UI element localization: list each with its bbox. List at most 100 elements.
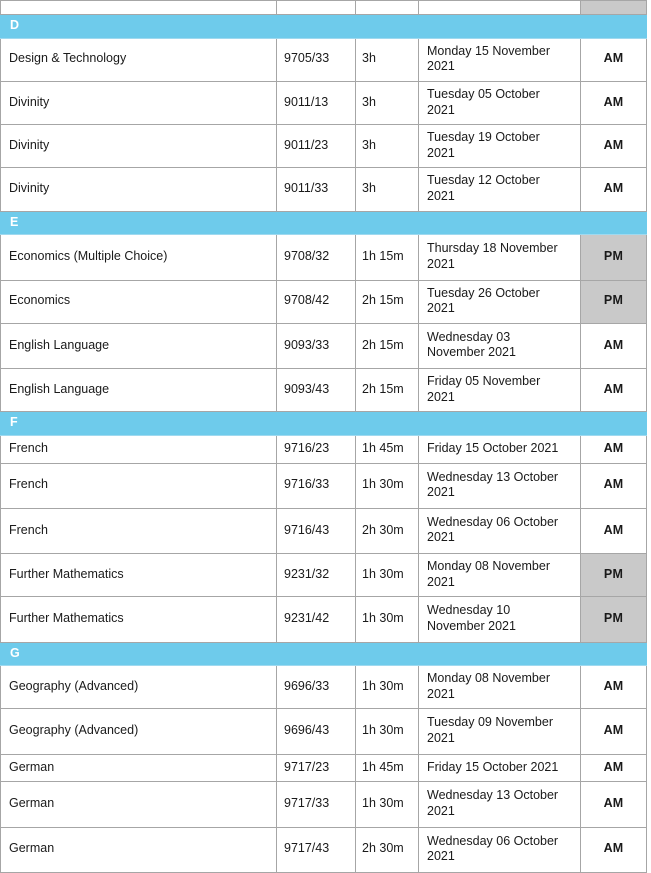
code-text: 9011/33 [284,181,329,196]
duration-text: 1h 45m [362,759,404,774]
cell-session: AM [580,462,647,509]
cell-date: Friday 15 October 2021 [418,434,581,464]
section-band: F [0,411,647,436]
subject-text: German [9,796,55,811]
cell-subject: Economics (Multiple Choice) [0,234,277,281]
cell-code: 9716/43 [276,507,356,555]
subject-text: English Language [9,337,110,352]
date-text: Wednesday 13 October 2021 [427,788,559,818]
cell-subject: Divinity [0,80,277,126]
code-text: 9011/23 [284,137,329,152]
code-text: 9696/33 [284,678,330,693]
section-letter: F [10,415,18,430]
exam-timetable-table: D Design & Technology 9705/33 3h Monday 15 N… [0,0,647,873]
cell-subject: German [0,753,277,783]
session-text [581,1,646,14]
cell-session: PM [580,234,647,281]
duration-text: 3h [362,94,376,109]
section-letter: G [10,645,20,660]
subject-text: Geography (Advanced) [9,723,139,738]
cell-subject: Geography (Advanced) [0,665,277,710]
cell-date: Wednesday 03 November 2021 [418,322,581,370]
cell-date: Monday 15 November 2021 [418,37,581,82]
table-row: Geography (Advanced) 9696/43 1h 30m Tuesday… [0,708,647,755]
code-text: 9093/43 [284,381,330,396]
cell-subject: French [0,462,277,509]
cell-date: Friday 15 October 2021 [418,753,581,783]
date-text: Tuesday 09 November 2021 [427,715,553,745]
cell-subject: Geography (Advanced) [0,708,277,755]
table-row: Design & Technology 9705/33 3h Monday 15 No… [0,37,647,82]
subject-text: English Language [9,381,110,396]
session-text: AM [603,137,624,152]
cell-date: Tuesday 09 November 2021 [418,708,581,755]
date-text: Wednesday 10 November 2021 [427,603,516,633]
subject-text: French [9,477,48,492]
cell-code [276,0,356,15]
cell-code: 9705/33 [276,37,356,82]
session-text: PM [603,611,624,626]
section-header-g: G [0,641,647,667]
code-text: 9705/33 [284,51,330,66]
cell-session: PM [580,279,647,324]
code-text: 9231/42 [284,611,330,626]
session-text: AM [603,723,624,738]
cell-subject: Design & Technology [0,37,277,82]
cell-subject: Divinity [0,167,277,212]
cell-date: Tuesday 05 October 2021 [418,80,581,126]
code-text: 9717/33 [284,796,330,811]
duration-text: 1h 30m [362,611,404,626]
cell-date: Wednesday 10 November 2021 [418,596,581,643]
cell-code: 9708/42 [276,279,356,324]
cell-subject: German [0,781,277,828]
subject-text: Divinity [9,94,50,109]
cell-date: Monday 08 November 2021 [418,665,581,710]
date-text: Wednesday 13 October 2021 [427,469,559,500]
duration-text: 3h [362,51,376,66]
session-text: PM [603,249,624,264]
cell-code: 9231/42 [276,596,356,643]
cell-duration: 1h 30m [355,708,419,755]
cell-duration [355,0,419,15]
cell-duration: 1h 30m [355,596,419,643]
cell-date: Tuesday 26 October 2021 [418,279,581,324]
date-text: Tuesday 19 October 2021 [427,130,540,160]
cell-session: AM [580,322,647,370]
cell-duration: 1h 30m [355,552,419,598]
table-row: French 9716/23 1h 45m Friday 15 October 202… [0,434,647,464]
duration-text: 3h [362,181,376,196]
session-text: AM [603,796,624,811]
cell-code: 9011/33 [276,167,356,212]
code-text: 9708/42 [284,293,330,308]
code-text: 9093/33 [284,337,330,352]
section-band: G [0,641,647,667]
cell-code: 9716/23 [276,434,356,464]
cell-duration: 3h [355,80,419,126]
cell-date: Wednesday 13 October 2021 [418,781,581,828]
duration-text: 1h 30m [362,796,404,811]
code-text: 9696/43 [284,723,330,738]
date-text: Friday 15 October 2021 [427,440,559,455]
duration-text: 1h 30m [362,723,404,738]
cell-date: Tuesday 19 October 2021 [418,124,581,169]
cell-duration: 1h 15m [355,234,419,281]
cell-session: AM [580,167,647,212]
date-text: Monday 15 November 2021 [427,43,550,74]
code-text: 9717/43 [284,841,330,856]
cell-code: 9093/43 [276,367,356,413]
duration-text: 1h 30m [362,678,404,693]
cell-duration: 2h 30m [355,507,419,555]
code-text: 9231/32 [284,566,330,581]
section-header-e: E [0,210,647,236]
table-row: French 9716/33 1h 30m Wednesday 13 October … [0,462,647,509]
cell-duration: 1h 30m [355,665,419,710]
cell-duration: 2h 15m [355,367,419,413]
table-row: Further Mathematics 9231/42 1h 30m Wednesda… [0,596,647,643]
session-text: AM [603,841,624,856]
cell-date: Thursday 18 November 2021 [418,234,581,281]
cell-code: 9231/32 [276,552,356,598]
table-row-clipped [0,0,647,15]
section-letter: D [10,18,20,32]
subject-text: German [9,841,55,856]
cell-duration: 3h [355,124,419,169]
